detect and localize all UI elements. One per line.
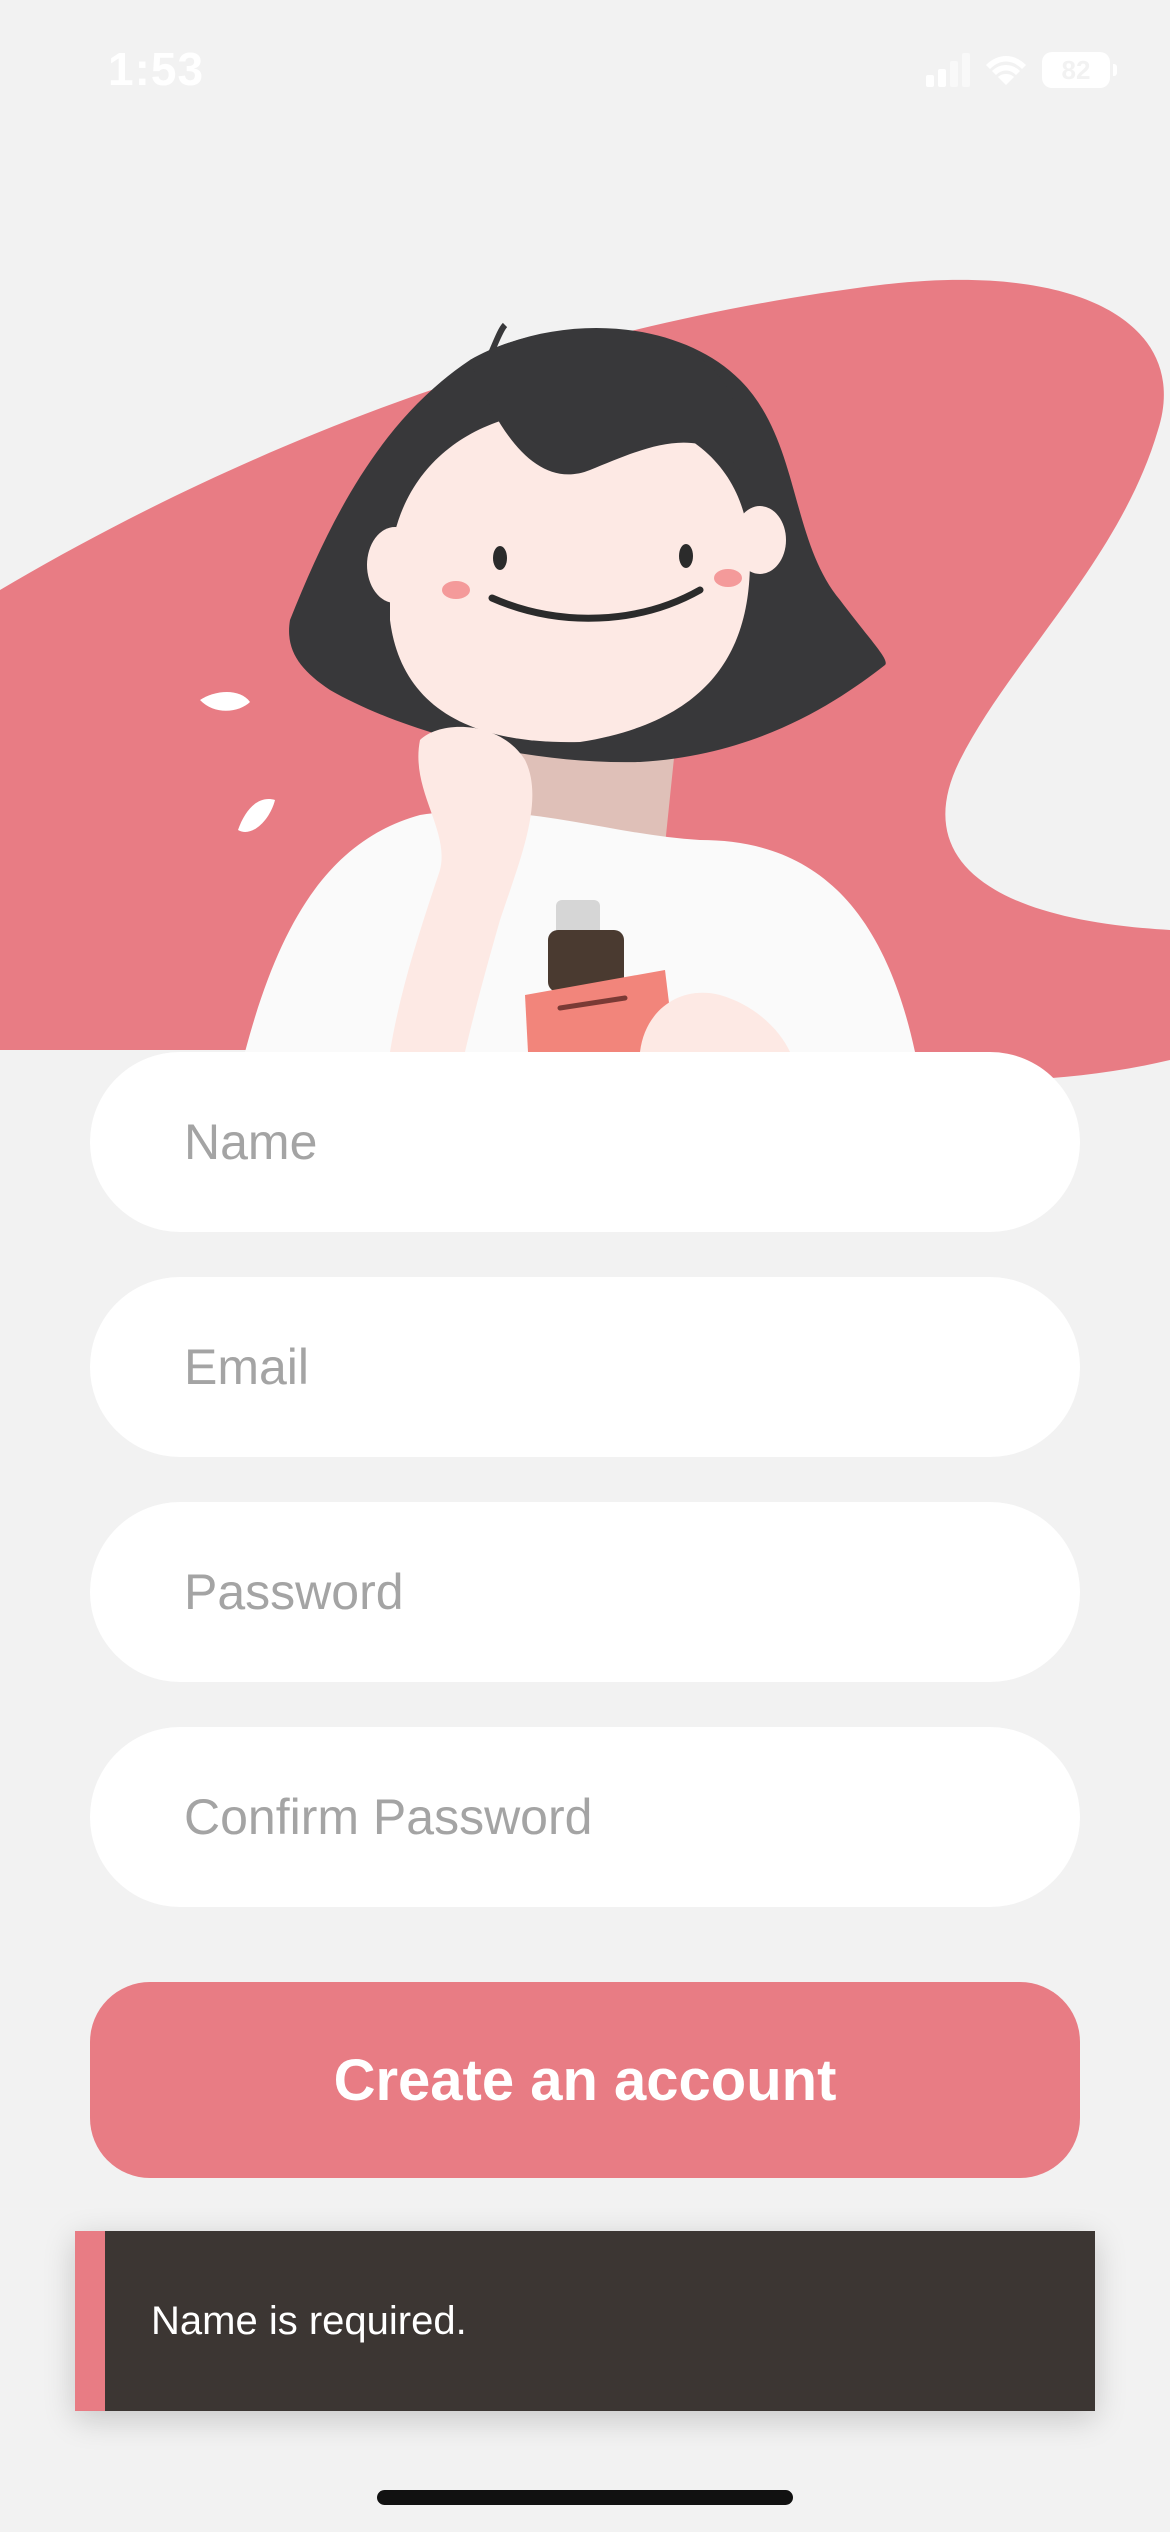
right-eye <box>679 544 693 568</box>
toast-accent-bar <box>75 2231 105 2411</box>
status-time: 1:53 <box>108 43 205 95</box>
name-input[interactable] <box>182 1112 1080 1172</box>
password-input[interactable] <box>182 1562 1080 1622</box>
confirm-password-input[interactable] <box>182 1787 1080 1847</box>
name-field[interactable] <box>90 1052 1080 1232</box>
toast-message: Name is required. <box>151 2298 467 2343</box>
hero-illustration <box>0 279 1170 1082</box>
password-field[interactable] <box>90 1502 1080 1682</box>
signal-icon <box>926 53 970 87</box>
left-eye <box>493 546 507 570</box>
confirm-password-field[interactable] <box>90 1727 1080 1907</box>
create-account-button[interactable]: Create an account <box>90 1982 1080 2178</box>
status-icons: 82 <box>926 52 1117 88</box>
wifi-icon <box>986 56 1026 85</box>
home-indicator[interactable] <box>377 2490 793 2505</box>
status-bar: 1:53 82 <box>0 0 1170 150</box>
email-input[interactable] <box>182 1337 1080 1397</box>
battery-icon: 82 <box>1042 52 1117 88</box>
email-field[interactable] <box>90 1277 1080 1457</box>
battery-level: 82 <box>1061 54 1091 85</box>
error-toast: Name is required. <box>75 2231 1095 2411</box>
